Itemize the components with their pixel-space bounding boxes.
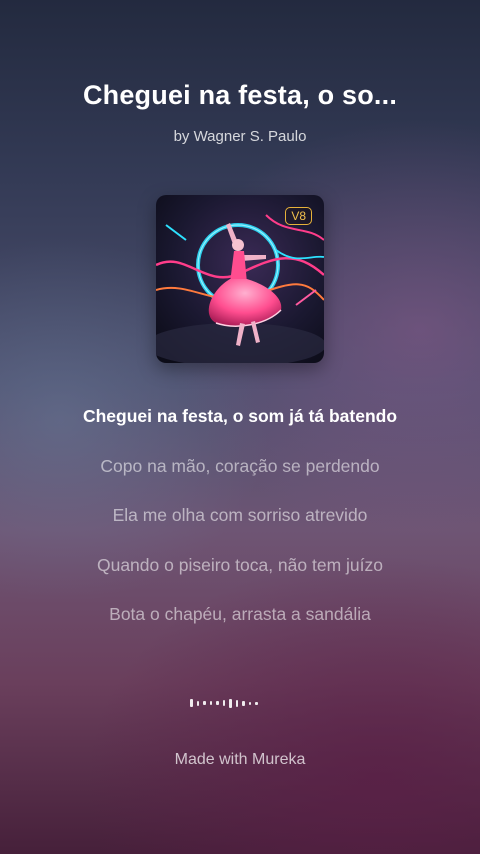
album-cover: V8 [156,195,324,363]
waveform-bar [209,701,212,705]
waveform-bar [229,698,232,708]
audio-waveform-icon [190,697,290,709]
lyric-line-current[interactable]: Cheguei na festa, o som já tá batendo [0,403,480,453]
version-badge: V8 [285,207,312,225]
waveform-bar [190,699,193,707]
lyric-line[interactable]: Bota o chapéu, arrasta a sandália [0,601,480,651]
artist-name: by Wagner S. Paulo [173,128,307,145]
lyrics-panel[interactable]: Cheguei na festa, o som já tá batendo Co… [0,403,480,651]
song-title: Cheguei na festa, o so... [82,80,398,110]
made-with-footer: Made with Mureka [174,751,306,768]
waveform-bar [255,701,258,705]
lyric-line[interactable]: Quando o piseiro toca, não tem juízo [0,552,480,602]
lyric-line[interactable]: Copo na mão, coração se perdendo [0,453,480,503]
waveform-bar [203,701,206,705]
waveform-bar [222,700,225,706]
waveform-bar [235,699,238,707]
waveform-bar [196,700,199,706]
waveform-bar [242,700,245,706]
waveform-bar [216,701,219,705]
lyric-line[interactable]: Ela me olha com sorriso atrevido [0,502,480,552]
waveform-bar [248,701,251,705]
